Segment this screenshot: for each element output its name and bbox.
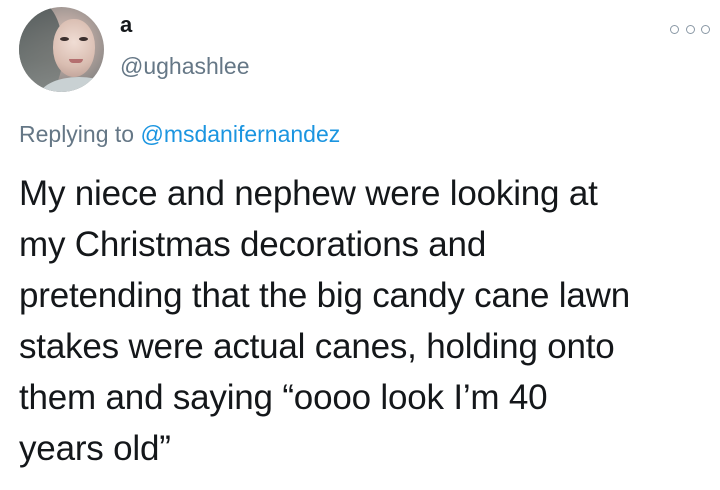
more-options-button[interactable]	[668, 21, 712, 37]
avatar-eye-left	[60, 37, 69, 41]
avatar-mouth	[69, 59, 83, 63]
author-handle[interactable]: @ughashlee	[120, 52, 250, 80]
more-options-icon	[670, 24, 679, 34]
replying-to-prefix: Replying to	[19, 121, 135, 147]
avatar[interactable]	[19, 7, 104, 92]
author-display-name[interactable]: a	[120, 12, 132, 38]
replying-to-handle-link[interactable]: @msdanifernandez	[140, 121, 340, 147]
tweet-card: a @ughashlee Replying to @msdanifernande…	[0, 0, 720, 490]
replying-to: Replying to @msdanifernandez	[19, 120, 340, 148]
avatar-eye-right	[79, 37, 88, 41]
avatar-face	[53, 19, 95, 77]
tweet-text: My niece and nephew were looking at my C…	[19, 174, 630, 468]
more-options-icon	[685, 24, 695, 34]
more-options-icon	[701, 24, 710, 34]
